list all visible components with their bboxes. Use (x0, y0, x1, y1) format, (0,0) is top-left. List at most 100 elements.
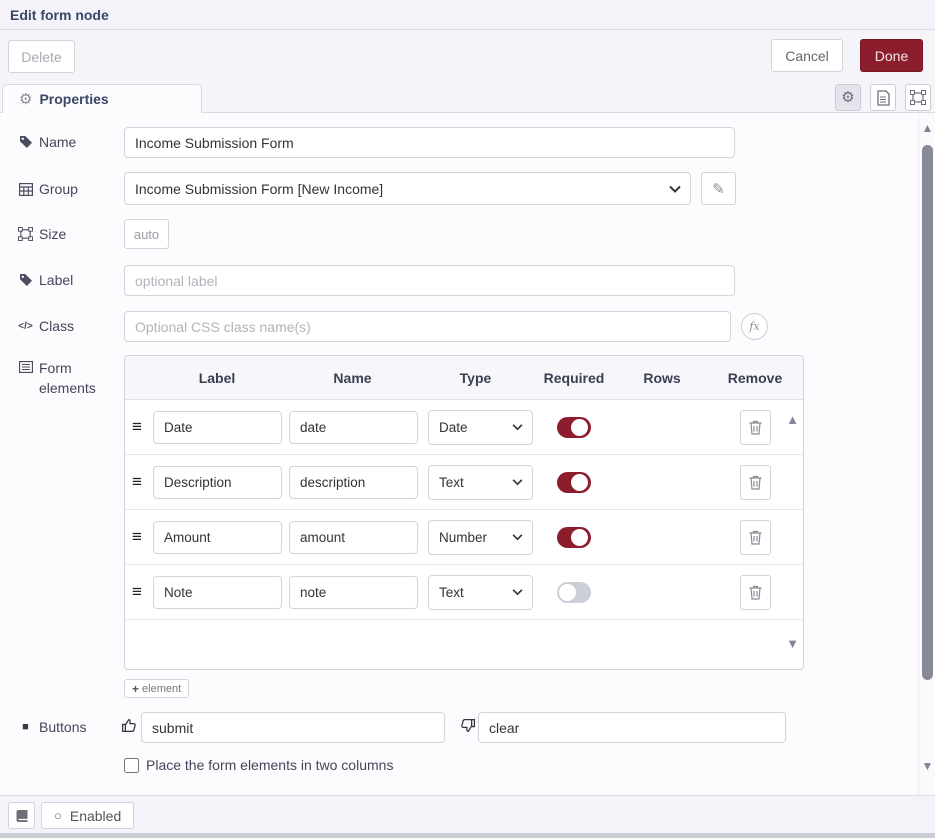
group-label-row: Group (18, 181, 78, 197)
form-elements-header: Label Name Type Required Rows Remove (125, 356, 803, 400)
size-label: Size (39, 226, 66, 242)
workspace-edge (0, 833, 935, 838)
form-elements-label-row: Form elements (18, 358, 118, 398)
element-type-select[interactable]: Date (428, 410, 533, 445)
trash-icon (749, 585, 762, 600)
enabled-circle-icon: ○ (54, 809, 62, 822)
edit-form-node-dialog: Edit form node Delete Cancel Done ⚙ Prop… (0, 0, 935, 838)
element-name-input[interactable] (289, 466, 418, 499)
table-scroll-up-icon[interactable]: ▲ (786, 412, 799, 427)
cancel-button[interactable]: Cancel (771, 39, 843, 72)
remove-element-button[interactable] (740, 410, 771, 445)
enabled-label: Enabled (70, 808, 121, 824)
element-label-input[interactable] (153, 576, 282, 609)
label-label-row: Label (18, 272, 73, 288)
form-elements-label: Form elements (39, 358, 118, 398)
list-icon (18, 361, 33, 373)
col-header-label: Label (149, 370, 285, 386)
element-type-select[interactable]: Number (428, 520, 533, 555)
element-type-select-wrap: Number (428, 520, 533, 555)
drag-handle[interactable]: ≡ (125, 417, 149, 437)
tab-properties[interactable]: ⚙ Properties (2, 84, 202, 114)
two-columns-checkbox[interactable] (124, 758, 139, 773)
edit-description-button[interactable] (870, 84, 896, 111)
tag-icon (18, 135, 33, 149)
gear-icon: ⚙ (841, 90, 854, 105)
book-icon (15, 809, 29, 823)
trash-icon (749, 530, 762, 545)
node-help-button[interactable] (8, 802, 35, 829)
required-toggle[interactable] (557, 527, 591, 548)
node-appearance-button[interactable] (905, 84, 931, 111)
done-button[interactable]: Done (860, 39, 923, 72)
trash-icon (749, 475, 762, 490)
dynamic-class-fx-badge[interactable]: fx (741, 313, 768, 340)
name-input[interactable] (124, 127, 735, 158)
element-type-select[interactable]: Text (428, 575, 533, 610)
properties-panel: Name Group Income Submission Form [New I… (0, 113, 935, 795)
add-element-button[interactable]: + element (124, 679, 189, 698)
class-label: Class (39, 318, 74, 334)
dialog-scrollbar: ▲ ▼ (918, 113, 935, 795)
required-toggle[interactable] (557, 472, 591, 493)
appearance-frame-icon (910, 90, 926, 105)
required-toggle[interactable] (557, 582, 591, 603)
element-label-input[interactable] (153, 411, 282, 444)
add-element-label: element (142, 683, 181, 695)
submit-button-text-input[interactable] (141, 712, 445, 743)
name-label-row: Name (18, 134, 76, 150)
element-label-input[interactable] (153, 466, 282, 499)
element-name-input[interactable] (289, 411, 418, 444)
tag-icon (18, 273, 33, 287)
class-label-row: </> Class (18, 318, 74, 334)
delete-button[interactable]: Delete (8, 40, 75, 73)
edit-group-button[interactable]: ✎ (701, 172, 736, 205)
element-name-input[interactable] (289, 521, 418, 554)
drag-handle[interactable]: ≡ (125, 582, 149, 602)
element-type-select[interactable]: Text (428, 465, 533, 500)
drag-handle[interactable]: ≡ (125, 472, 149, 492)
form-element-row: ≡ Text (125, 565, 803, 620)
edit-properties-button[interactable]: ⚙ (835, 84, 861, 111)
dialog-footer: ○ Enabled (0, 795, 935, 833)
remove-element-button[interactable] (740, 465, 771, 500)
thumbs-up-icon (121, 717, 138, 734)
element-type-select-wrap: Text (428, 575, 533, 610)
table-icon (18, 183, 33, 196)
label-input[interactable] (124, 265, 735, 296)
col-header-remove: Remove (707, 370, 803, 386)
element-name-input[interactable] (289, 576, 418, 609)
form-element-row: ≡ Text (125, 455, 803, 510)
two-columns-label: Place the form elements in two columns (146, 757, 393, 773)
col-header-name: Name (285, 370, 420, 386)
col-header-type: Type (420, 370, 531, 386)
enabled-toggle-button[interactable]: ○ Enabled (41, 802, 134, 829)
tab-toolbar: ⚙ (835, 84, 931, 111)
group-select[interactable]: Income Submission Form [New Income] (124, 172, 691, 205)
dialog-title: Edit form node (10, 7, 109, 23)
tab-bar: ⚙ Properties ⚙ (0, 83, 935, 113)
name-label: Name (39, 134, 76, 150)
element-label-input[interactable] (153, 521, 282, 554)
group-select-wrap: Income Submission Form [New Income] (124, 172, 691, 205)
remove-element-button[interactable] (740, 520, 771, 555)
drag-handle[interactable]: ≡ (125, 527, 149, 547)
two-columns-option: Place the form elements in two columns (124, 757, 393, 773)
document-icon (876, 90, 890, 106)
scroll-down-icon[interactable]: ▼ (919, 759, 935, 773)
clear-button-text-input[interactable] (478, 712, 786, 743)
scroll-up-icon[interactable]: ▲ (919, 121, 935, 135)
group-label: Group (39, 181, 78, 197)
col-header-rows: Rows (617, 370, 707, 386)
required-toggle[interactable] (557, 417, 591, 438)
dialog-toolbar: Delete Cancel Done (0, 30, 935, 83)
table-scroll-down-icon[interactable]: ▼ (786, 636, 799, 651)
tab-properties-label: Properties (39, 91, 108, 107)
scrollbar-thumb[interactable] (922, 145, 933, 680)
dialog-header: Edit form node (0, 0, 935, 30)
square-icon: ■ (18, 721, 33, 733)
size-label-row: Size (18, 226, 66, 242)
class-input[interactable] (124, 311, 731, 342)
size-auto-button[interactable]: auto (124, 219, 169, 249)
remove-element-button[interactable] (740, 575, 771, 610)
